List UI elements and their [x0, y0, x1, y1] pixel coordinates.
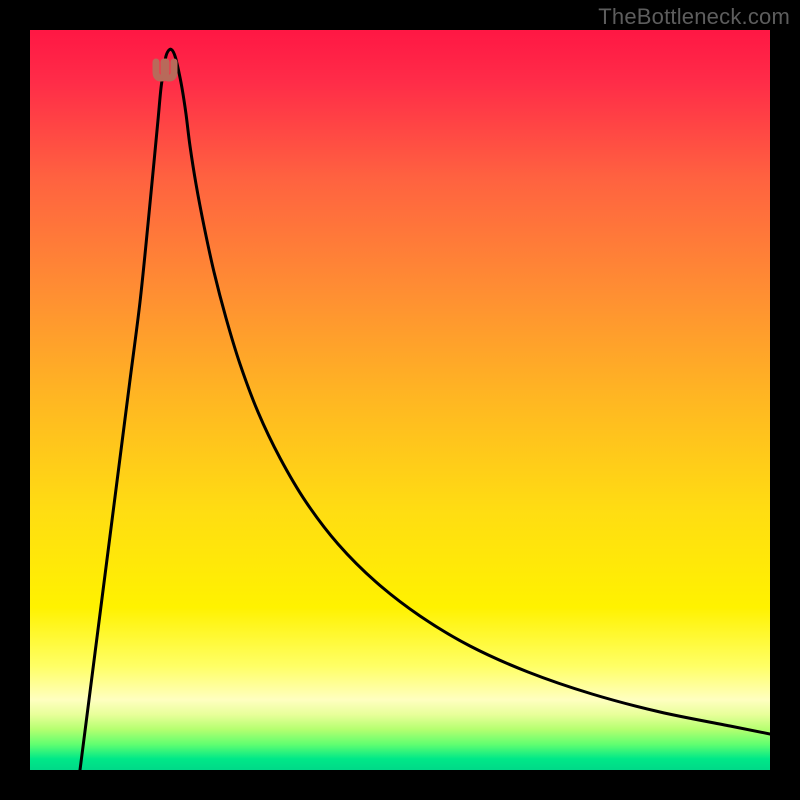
bottleneck-curve	[80, 49, 770, 770]
plot-area	[30, 30, 770, 770]
curve-layer	[30, 30, 770, 770]
chart-frame: TheBottleneck.com	[0, 0, 800, 800]
watermark-text: TheBottleneck.com	[598, 4, 790, 30]
optimum-markers	[156, 62, 174, 78]
